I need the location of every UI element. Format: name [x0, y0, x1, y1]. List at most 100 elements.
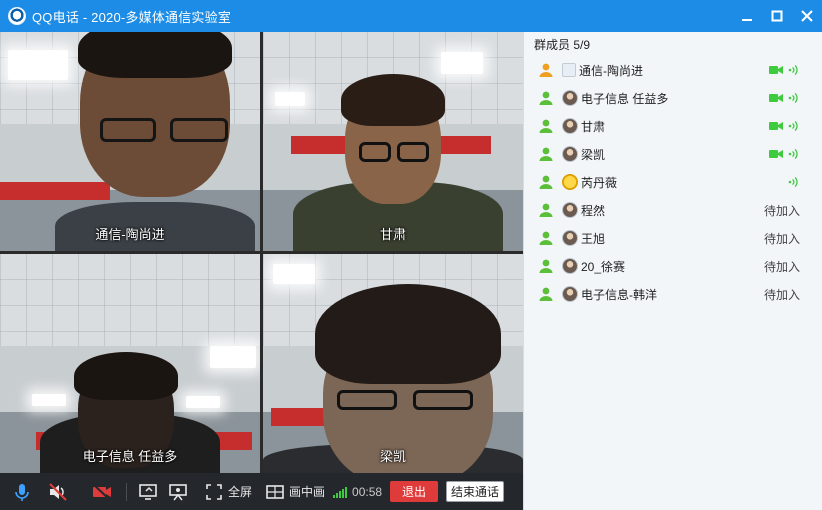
member-item[interactable]: 电子信息 任益多 — [524, 84, 822, 112]
presentation-icon — [169, 483, 187, 500]
close-icon — [801, 10, 813, 22]
pip-label: 画中画 — [289, 485, 326, 499]
member-name: 电子信息-韩洋 — [581, 287, 657, 302]
picture-in-picture-icon — [266, 484, 284, 499]
member-status — [788, 168, 800, 196]
end-call-button[interactable]: 结束通话 — [446, 481, 505, 502]
video-name-label: 甘肃 — [379, 227, 406, 242]
member-panel: 群成员 5/9 通信-陶尚进 电子信息 任益多 甘肃 梁凯 芮丹薇 程然 待加入 王旭 待加入 2… — [523, 32, 822, 510]
maximize-button[interactable] — [762, 0, 792, 32]
video-on-icon — [769, 66, 783, 74]
member-item[interactable]: 电子信息-韩洋 待加入 — [524, 280, 822, 308]
voice-active-icon — [788, 177, 798, 187]
member-person-icon — [539, 119, 553, 133]
member-name: 芮丹薇 — [581, 175, 618, 190]
fullscreen-icon — [206, 483, 222, 500]
voice-active-icon — [788, 121, 798, 131]
speaker-muted-icon — [49, 482, 67, 501]
camera-off-icon — [92, 482, 111, 501]
member-item[interactable]: 程然 待加入 — [524, 196, 822, 224]
pending-status-label: 待加入 — [763, 259, 800, 274]
avatar — [562, 146, 578, 162]
video-tile[interactable]: 梁凯 — [263, 254, 523, 473]
avatar — [562, 286, 578, 302]
video-tile[interactable]: 甘肃 — [263, 32, 523, 251]
member-name: 20_徐赛 — [581, 259, 626, 274]
member-item[interactable]: 芮丹薇 — [524, 168, 822, 196]
avatar — [562, 202, 578, 218]
exit-button[interactable]: 退出 — [390, 481, 439, 502]
red-banner — [0, 182, 110, 200]
pending-status-label: 待加入 — [763, 287, 800, 302]
avatar — [562, 230, 578, 246]
member-name: 电子信息 任益多 — [581, 91, 669, 106]
speaker-button[interactable] — [40, 473, 76, 510]
window-title: QQ电话 - 2020-多媒体通信实验室 — [32, 9, 232, 25]
fullscreen-button[interactable]: 全屏 — [203, 473, 252, 510]
member-item[interactable]: 王旭 待加入 — [524, 224, 822, 252]
member-item[interactable]: 20_徐赛 待加入 — [524, 252, 822, 280]
video-tile[interactable]: 通信-陶尚进 — [0, 32, 260, 251]
member-item[interactable]: 甘肃 — [524, 112, 822, 140]
member-name: 甘肃 — [581, 119, 606, 134]
video-on-icon — [769, 94, 783, 102]
voice-active-icon — [788, 149, 798, 159]
member-name: 梁凯 — [581, 147, 606, 162]
video-grid: 通信-陶尚进 甘肃 电子信息 任益多 梁凯 — [0, 32, 523, 473]
member-person-icon — [539, 175, 553, 189]
video-name-label: 通信-陶尚进 — [95, 227, 165, 242]
call-toolbar: 全屏 画中画 00:58 退出 结束通话 — [0, 473, 523, 510]
member-name: 王旭 — [581, 231, 606, 246]
screen-share-button[interactable] — [133, 473, 163, 510]
presentation-button[interactable] — [163, 473, 193, 510]
member-person-icon — [539, 259, 553, 273]
member-list: 通信-陶尚进 电子信息 任益多 甘肃 梁凯 芮丹薇 程然 待加入 王旭 待加入 20_徐赛 待加入电… — [524, 56, 822, 308]
call-timer: 00:58 — [352, 484, 383, 499]
picture-in-picture-button[interactable]: 画中画 — [264, 473, 325, 510]
window-controls — [732, 0, 822, 32]
video-name-label: 梁凯 — [379, 449, 406, 464]
member-person-icon — [539, 231, 553, 245]
fullscreen-label: 全屏 — [228, 485, 253, 499]
member-person-icon — [539, 203, 553, 217]
video-tile[interactable]: 电子信息 任益多 — [0, 254, 260, 473]
avatar — [562, 174, 578, 190]
member-status — [769, 84, 800, 112]
signal-icon — [333, 486, 348, 498]
member-name: 通信-陶尚进 — [579, 63, 643, 78]
qq-logo-icon — [8, 7, 26, 25]
avatar — [562, 118, 578, 134]
member-person-icon — [539, 147, 553, 161]
maximize-icon — [771, 10, 783, 22]
video-name-label: 电子信息 任益多 — [82, 449, 178, 464]
member-status — [769, 56, 800, 84]
screen-share-icon — [139, 483, 157, 500]
member-status — [769, 112, 800, 140]
member-name: 程然 — [581, 203, 606, 218]
camera-button[interactable] — [84, 473, 120, 510]
member-item[interactable]: 梁凯 — [524, 140, 822, 168]
microphone-button[interactable] — [4, 473, 40, 510]
video-on-icon — [769, 122, 783, 130]
microphone-icon — [15, 483, 29, 501]
title-bar: QQ电话 - 2020-多媒体通信实验室 — [0, 0, 822, 32]
close-button[interactable] — [792, 0, 822, 32]
member-item[interactable]: 通信-陶尚进 — [524, 56, 822, 84]
member-person-icon — [539, 91, 553, 105]
voice-active-icon — [788, 65, 798, 75]
avatar — [562, 258, 578, 274]
pending-status-label: 待加入 — [763, 231, 800, 246]
member-person-icon — [539, 63, 553, 77]
pending-status-label: 待加入 — [763, 203, 800, 218]
avatar — [562, 63, 576, 77]
member-status — [769, 140, 800, 168]
video-background — [0, 254, 260, 346]
minimize-icon — [742, 19, 752, 21]
minimize-button[interactable] — [732, 0, 762, 32]
voice-active-icon — [788, 93, 798, 103]
video-on-icon — [769, 150, 783, 158]
toolbar-divider — [126, 482, 127, 501]
member-person-icon — [539, 287, 553, 301]
avatar — [562, 90, 578, 106]
member-count-header: 群成员 5/9 — [534, 37, 591, 52]
